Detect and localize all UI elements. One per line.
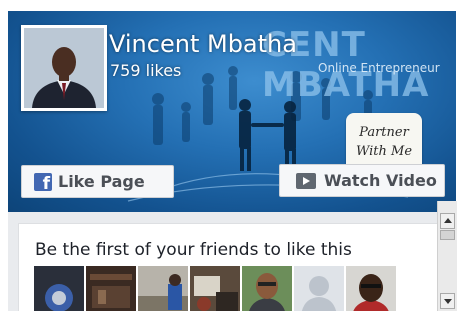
- vertical-scrollbar[interactable]: [437, 201, 457, 311]
- page-likes-count: 759 likes: [110, 61, 182, 80]
- friend-photo-3[interactable]: [138, 266, 188, 311]
- callout-line-2: With Me: [355, 144, 413, 159]
- partner-callout-text: Partner With Me: [346, 123, 422, 161]
- callout-line-1: Partner: [359, 125, 409, 140]
- page-avatar[interactable]: [21, 25, 107, 111]
- play-video-icon: [296, 172, 316, 189]
- friend-photo-7[interactable]: [346, 266, 396, 311]
- friend-photo-1[interactable]: [34, 266, 84, 311]
- facebook-page-widget: CENT MBATHA Online Entrepreneur Partner …: [8, 11, 456, 311]
- friend-photo-4[interactable]: [190, 266, 240, 311]
- friend-photo-6[interactable]: [294, 266, 344, 311]
- scroll-down-arrow-icon[interactable]: [440, 293, 455, 309]
- watch-video-button[interactable]: Watch Video: [279, 164, 445, 197]
- like-page-button[interactable]: f Like Page: [21, 165, 174, 198]
- friend-photo-2[interactable]: [86, 266, 136, 311]
- facebook-f-icon: f: [34, 172, 52, 192]
- watch-video-label: Watch Video: [324, 171, 437, 190]
- friend-photo-5[interactable]: [242, 266, 292, 311]
- friends-prompt: Be the first of your friends to like thi…: [35, 240, 352, 260]
- friends-panel: Be the first of your friends to like thi…: [18, 223, 440, 311]
- like-page-label: Like Page: [58, 172, 145, 191]
- page-name[interactable]: Vincent Mbatha: [109, 30, 297, 58]
- scrollbar-thumb[interactable]: [440, 230, 455, 240]
- friend-faces: [34, 266, 396, 311]
- avatar-photo: [24, 28, 104, 108]
- cover-brand-subtitle: Online Entrepreneur: [318, 61, 440, 75]
- cover-photo[interactable]: CENT MBATHA Online Entrepreneur Partner …: [8, 11, 456, 212]
- scroll-up-arrow-icon[interactable]: [440, 213, 455, 229]
